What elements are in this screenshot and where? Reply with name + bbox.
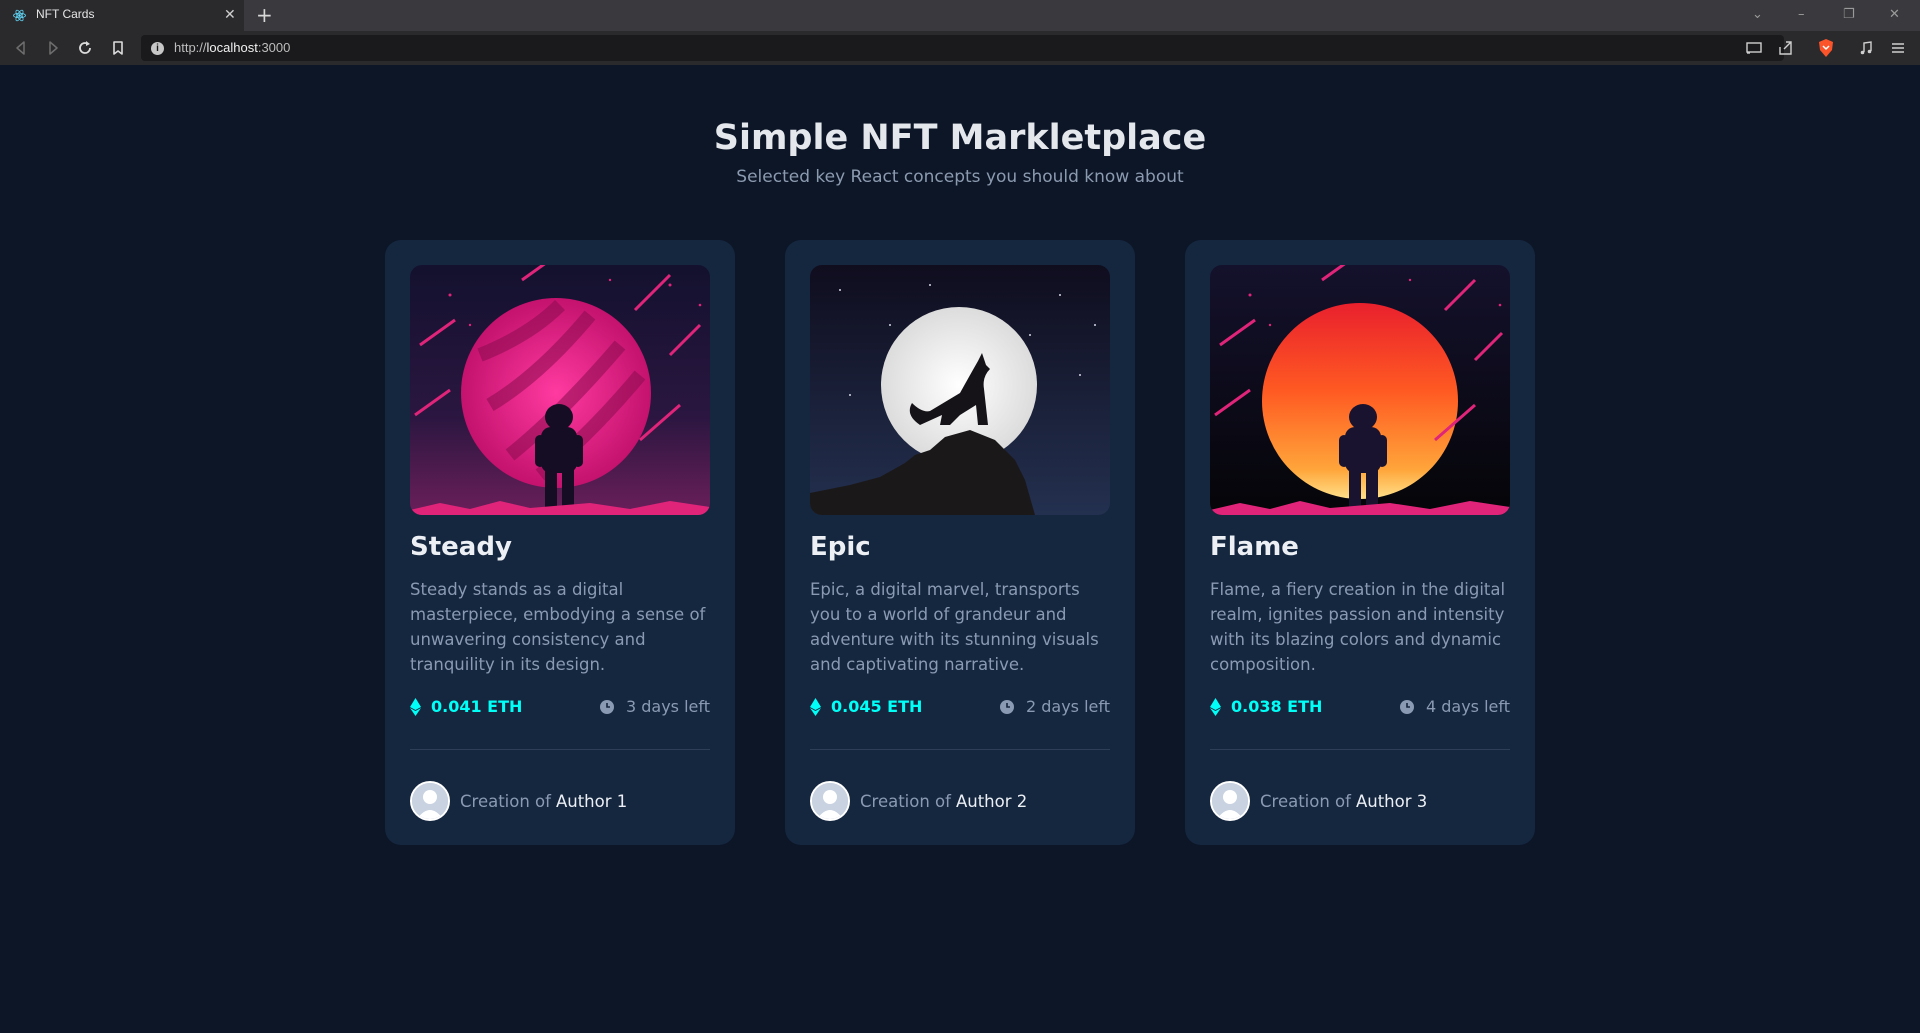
minimize-button[interactable]: – [1798, 5, 1805, 25]
creation-label: Creation of [460, 791, 551, 811]
price-value: 0.045 ETH [831, 697, 923, 716]
react-icon [13, 9, 26, 22]
site-info-icon[interactable]: i [151, 42, 164, 55]
nft-image-astronaut-pink-planet[interactable] [410, 265, 710, 515]
time-left-value: 3 days left [625, 697, 710, 716]
address-bar[interactable]: i http://localhost:3000 [141, 35, 1784, 61]
nft-card[interactable]: Steady Steady stands as a digital master… [385, 240, 735, 845]
time-left-value: 2 days left [1025, 697, 1110, 716]
tab-list-icon[interactable]: ⌄ [1752, 5, 1763, 25]
creation-label: Creation of [1260, 791, 1351, 811]
forward-icon[interactable] [44, 39, 62, 57]
price: 0.038 ETH [1210, 697, 1322, 716]
card-name: Steady [410, 532, 512, 562]
card-description: Flame, a fiery creation in the digital r… [1210, 580, 1506, 674]
avatar[interactable] [410, 781, 450, 821]
author-row: Creation of Author 2 [810, 781, 1027, 821]
ethereum-icon [1210, 697, 1221, 716]
page-title: Simple NFT Markletplace [713, 118, 1207, 158]
tab-title: NFT Cards [36, 7, 95, 21]
author-name[interactable]: Author 3 [1356, 792, 1427, 811]
bookmark-icon[interactable] [109, 39, 127, 57]
time-left: 4 days left [1399, 697, 1510, 716]
restore-button[interactable]: ❐ [1843, 5, 1855, 25]
time-left-value: 4 days left [1425, 697, 1510, 716]
user-avatar-icon [1212, 783, 1248, 819]
card-divider [1210, 749, 1510, 750]
price-value: 0.041 ETH [431, 697, 523, 716]
card-divider [410, 749, 710, 750]
card-name: Epic [810, 532, 871, 562]
ethereum-icon [410, 697, 421, 716]
browser-tab-bar: NFT Cards ✕ + ⌄ – ❐ ✕ [0, 0, 1920, 31]
author-row: Creation of Author 3 [1210, 781, 1427, 821]
card-divider [810, 749, 1110, 750]
time-left: 2 days left [999, 697, 1110, 716]
card-description: Epic, a digital marvel, transports you t… [810, 580, 1099, 674]
price-value: 0.038 ETH [1231, 697, 1323, 716]
author-name[interactable]: Author 1 [556, 792, 627, 811]
user-avatar-icon [412, 783, 448, 819]
page-subtitle: Selected key React concepts you should k… [736, 167, 1184, 187]
author-row: Creation of Author 1 [410, 781, 627, 821]
avatar[interactable] [1210, 781, 1250, 821]
price: 0.041 ETH [410, 697, 522, 716]
nft-card[interactable]: Epic Epic, a digital marvel, transports … [785, 240, 1135, 845]
reload-icon[interactable] [76, 39, 94, 57]
clock-icon [599, 699, 614, 714]
media-icon[interactable] [1857, 39, 1875, 57]
nft-card[interactable]: Flame Flame, a fiery creation in the dig… [1185, 240, 1535, 845]
clock-icon [1399, 699, 1414, 714]
back-icon[interactable] [12, 39, 30, 57]
ethereum-icon [810, 697, 821, 716]
nft-image-astronaut-orange-sun[interactable] [1210, 265, 1510, 515]
creation-label: Creation of [860, 791, 951, 811]
clock-icon [999, 699, 1014, 714]
close-window-button[interactable]: ✕ [1889, 5, 1900, 25]
browser-toolbar: i http://localhost:3000 [0, 31, 1920, 65]
share-icon[interactable] [1777, 39, 1795, 57]
author-name[interactable]: Author 2 [956, 792, 1027, 811]
new-tab-button[interactable]: + [256, 3, 273, 27]
card-name: Flame [1210, 532, 1299, 562]
price: 0.045 ETH [810, 697, 922, 716]
url-text[interactable]: http://localhost:3000 [174, 40, 290, 55]
card-description: Steady stands as a digital masterpiece, … [410, 580, 706, 674]
tab-close-icon[interactable]: ✕ [224, 6, 236, 24]
time-left: 3 days left [599, 697, 710, 716]
cast-icon[interactable] [1745, 39, 1763, 57]
avatar[interactable] [810, 781, 850, 821]
menu-icon[interactable] [1889, 39, 1907, 57]
user-avatar-icon [812, 783, 848, 819]
nft-image-wolf-howling-moon[interactable] [810, 265, 1110, 515]
browser-tab[interactable]: NFT Cards ✕ [0, 0, 244, 31]
brave-shield-icon[interactable] [1816, 38, 1836, 58]
